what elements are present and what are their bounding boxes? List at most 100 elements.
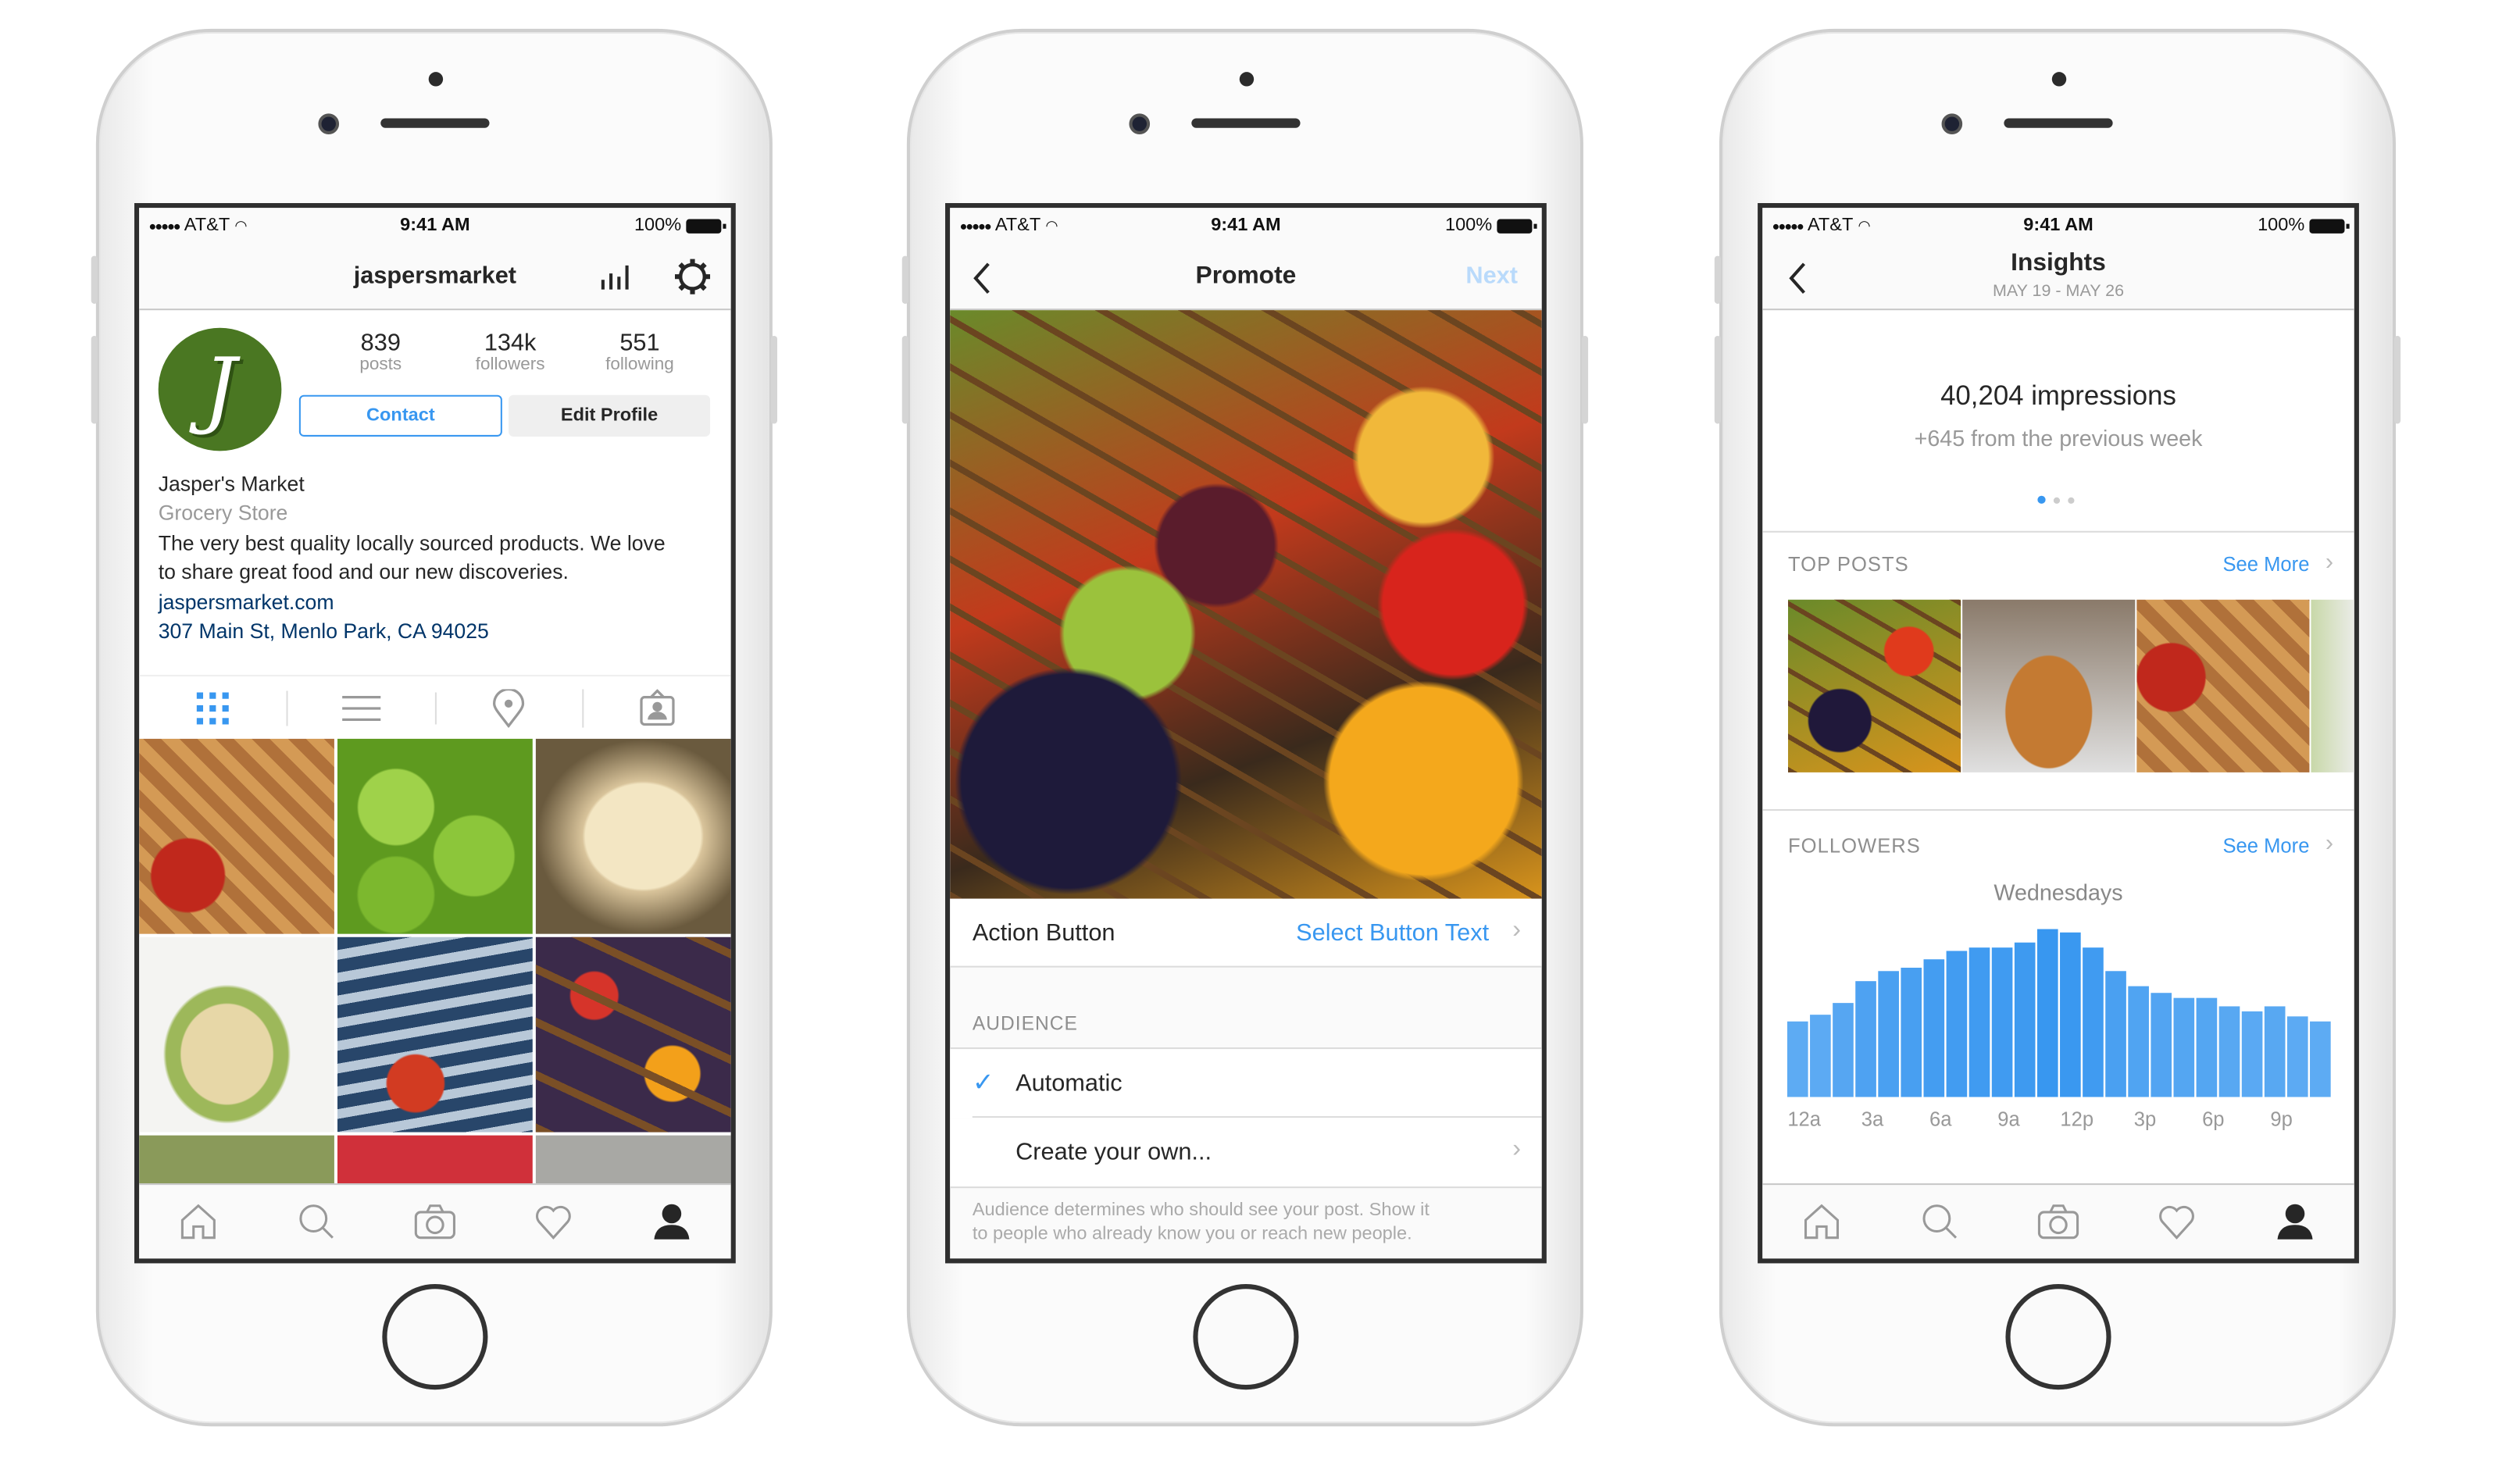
tab-activity[interactable] <box>533 1201 574 1243</box>
option-label: Create your own... <box>1015 1138 1212 1166</box>
top-posts-header: TOP POSTS <box>1787 553 1909 576</box>
home-button[interactable] <box>382 1284 488 1390</box>
tab-camera[interactable] <box>2037 1201 2079 1243</box>
avatar[interactable]: J <box>158 327 282 451</box>
profile-screen: ●●●●● AT&T ◠ 9:41 AM 100% jaspersmarket J … <box>134 203 736 1264</box>
bar-3a <box>1855 981 1876 1097</box>
nav-bar: Promote Next <box>950 243 1542 311</box>
stat-label: following <box>605 355 674 375</box>
audience-option-create-own[interactable]: Create your own... › <box>950 1118 1542 1189</box>
bottom-tab-bar <box>139 1183 731 1259</box>
avatar-logo: J <box>203 341 237 437</box>
x-tick-label: 12p <box>2060 1108 2093 1130</box>
top-posts-see-more-link[interactable]: See More <box>2222 553 2309 576</box>
battery-percent: 100% <box>634 216 682 235</box>
home-icon <box>180 1204 216 1240</box>
top-post-thumbnail[interactable] <box>2311 599 2354 772</box>
followers-see-more-link[interactable]: See More <box>2222 835 2309 858</box>
top-post-thumbnail[interactable] <box>1787 599 1961 772</box>
edit-profile-button[interactable]: Edit Profile <box>509 394 711 437</box>
sensor <box>1239 72 1255 87</box>
website-link[interactable]: jaspersmarket.com <box>159 590 334 614</box>
top-posts-strip <box>1787 599 2354 772</box>
bar-5a <box>1901 967 1922 1097</box>
page-indicator[interactable] <box>2037 495 2075 504</box>
status-bar: ●●●●● AT&T ◠ 9:41 AM 100% <box>1762 208 2354 244</box>
page-dot <box>2068 496 2075 503</box>
grid-view-tab[interactable] <box>139 690 288 726</box>
tab-search[interactable] <box>296 1201 337 1243</box>
tab-profile[interactable] <box>651 1201 692 1243</box>
post-thumbnail[interactable] <box>337 936 533 1133</box>
next-button[interactable]: Next <box>1465 262 1518 290</box>
footnote-line: to people who already know you or reach … <box>972 1225 1412 1244</box>
stat-label: posts <box>359 355 402 375</box>
audience-option-automatic[interactable]: ✓ Automatic <box>950 1047 1542 1118</box>
phone-insights: ●●●●● AT&T ◠ 9:41 AM 100% Insights MAY 19 … <box>1714 28 2401 1427</box>
chevron-right-icon: › <box>2325 548 2334 576</box>
post-thumbnail[interactable] <box>139 738 334 934</box>
camera-icon <box>2037 1204 2079 1240</box>
page-title: Insights <box>2011 249 2106 277</box>
stat-followers[interactable]: 134k followers <box>446 330 574 374</box>
status-bar: ●●●●● AT&T ◠ 9:41 AM 100% <box>950 208 1542 244</box>
map-view-tab[interactable] <box>436 688 584 727</box>
post-thumbnail[interactable] <box>535 738 731 934</box>
tab-profile[interactable] <box>2274 1201 2315 1243</box>
stat-posts[interactable]: 839 posts <box>316 330 444 374</box>
post-thumbnail[interactable] <box>337 738 533 934</box>
top-post-thumbnail[interactable] <box>1962 599 2136 772</box>
impressions-count: 40,204 impressions <box>1940 380 2176 412</box>
view-tabs <box>139 675 731 739</box>
top-post-thumbnail[interactable] <box>2136 599 2310 772</box>
business-category: Grocery Store <box>158 500 288 525</box>
followers-activity-chart: 12a 3a 6a 9a 12p 3p 6p 9p <box>1786 929 2331 1130</box>
audience-footnote: Audience determines who should see your … <box>973 1200 1430 1247</box>
x-tick-label: 9a <box>1997 1108 2020 1130</box>
heart-icon <box>536 1205 571 1240</box>
location-pin-icon <box>493 688 525 727</box>
stat-following[interactable]: 551 following <box>576 330 704 374</box>
bar-9a <box>1991 947 2013 1097</box>
action-button-label: Action Button <box>972 919 1115 947</box>
profile-icon <box>654 1204 690 1240</box>
phone-profile: ●●●●● AT&T ◠ 9:41 AM 100% jaspersmarket J … <box>91 28 778 1427</box>
battery-icon <box>686 218 726 233</box>
sensor <box>428 72 444 87</box>
status-bar: ●●●●● AT&T ◠ 9:41 AM 100% <box>139 208 731 244</box>
promote-screen: ●●●●● AT&T ◠ 9:41 AM 100% Promote Next Act… <box>945 203 1547 1264</box>
address-link[interactable]: 307 Main St, Menlo Park, CA 94025 <box>159 619 489 643</box>
followers-header: FOLLOWERS <box>1787 834 1921 858</box>
x-tick-label: 12a <box>1787 1108 1821 1130</box>
page-dot <box>2053 496 2061 503</box>
bar-2a <box>1833 1003 1854 1097</box>
home-button[interactable] <box>2005 1284 2111 1390</box>
impressions-card[interactable]: 40,204 impressions +645 from the previou… <box>1762 310 2354 533</box>
page-dot-active <box>2037 495 2046 504</box>
chevron-right-icon: › <box>2325 829 2334 858</box>
tab-activity[interactable] <box>2156 1201 2197 1243</box>
bar-4a <box>1878 971 1899 1097</box>
bar-1a <box>1810 1015 1831 1097</box>
post-thumbnail[interactable] <box>139 936 334 1133</box>
audience-section-header: AUDIENCE <box>972 1012 1078 1035</box>
tab-home[interactable] <box>177 1201 219 1243</box>
bar-5p <box>2173 997 2195 1097</box>
select-button-text-link[interactable]: Select Button Text <box>1296 919 1489 947</box>
tab-home[interactable] <box>1801 1201 1842 1243</box>
tab-camera[interactable] <box>414 1201 455 1243</box>
bio-text: to share great food and our new discover… <box>158 559 569 584</box>
settings-gear-icon[interactable] <box>673 258 712 296</box>
home-button[interactable] <box>1193 1284 1299 1390</box>
contact-button[interactable]: Contact <box>298 394 502 437</box>
bar-6a <box>1923 959 1945 1097</box>
tagged-view-tab[interactable] <box>584 688 731 726</box>
post-thumbnail[interactable] <box>535 936 731 1133</box>
battery-icon <box>2309 218 2350 233</box>
post-image <box>950 310 1542 899</box>
insights-bar-chart-icon[interactable] <box>598 262 630 291</box>
x-tick-label: 9p <box>2270 1108 2292 1130</box>
list-view-tab[interactable] <box>287 691 436 724</box>
action-button-row[interactable]: Action Button Select Button Text › <box>950 898 1542 968</box>
tab-search[interactable] <box>1919 1201 1961 1243</box>
